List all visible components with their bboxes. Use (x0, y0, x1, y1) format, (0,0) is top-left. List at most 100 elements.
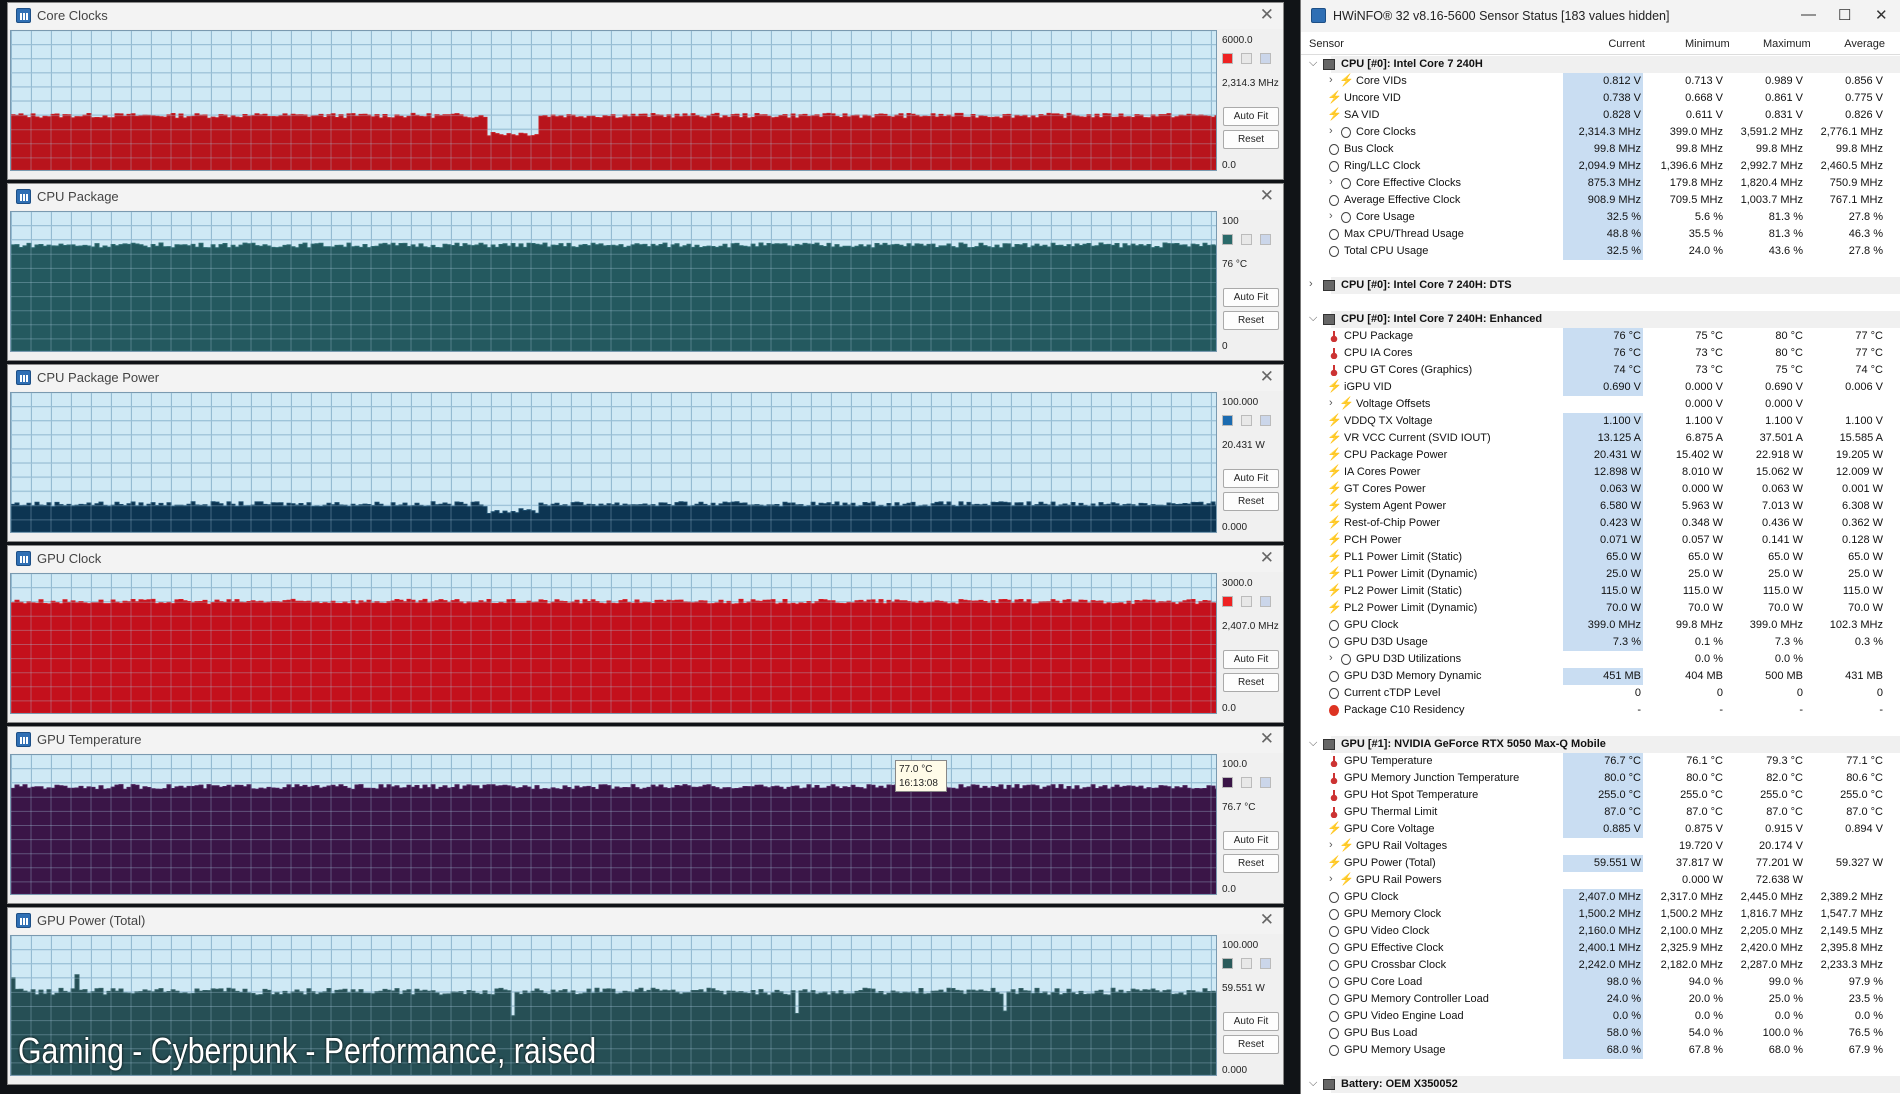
sensor-row[interactable]: ⚡ PL2 Power Limit (Dynamic) 70.0 W 70.0 W… (1301, 600, 1900, 617)
sensor-row[interactable]: GPU Clock 2,407.0 MHz 2,317.0 MHz 2,445.… (1301, 889, 1900, 906)
col-sensor[interactable]: Sensor (1309, 38, 1344, 50)
sensor-row[interactable]: › ⚡ GPU Rail Voltages 19.720 V 20.174 V (1301, 838, 1900, 855)
sensor-row[interactable]: GPU Memory Clock 1,500.2 MHz 1,500.2 MHz… (1301, 906, 1900, 923)
sensor-row[interactable]: Total CPU Usage 32.5 % 24.0 % 43.6 % 27.… (1301, 243, 1900, 260)
color-swatch-icon[interactable] (1241, 596, 1252, 607)
close-icon[interactable]: ✕ (1260, 186, 1274, 206)
graph-plot[interactable] (10, 754, 1217, 895)
auto-fit-button[interactable]: Auto Fit (1223, 831, 1279, 850)
sensor-row[interactable]: › Core Usage 32.5 % 5.6 % 81.3 % 27.8 % (1301, 209, 1900, 226)
sensor-row[interactable]: GPU Temperature 76.7 °C 76.1 °C 79.3 °C … (1301, 753, 1900, 770)
sensor-row[interactable]: GPU D3D Memory Dynamic 451 MB 404 MB 500… (1301, 668, 1900, 685)
color-swatch-icon[interactable] (1260, 958, 1271, 969)
sensor-row[interactable]: ⚡ PL2 Power Limit (Static) 115.0 W 115.0 … (1301, 583, 1900, 600)
sensor-row[interactable]: Max CPU/Thread Usage 48.8 % 35.5 % 81.3 … (1301, 226, 1900, 243)
sensor-row[interactable]: Bus Clock 99.8 MHz 99.8 MHz 99.8 MHz 99.… (1301, 141, 1900, 158)
sensor-row[interactable]: GPU Effective Clock 2,400.1 MHz 2,325.9 … (1301, 940, 1900, 957)
sensor-row[interactable]: GPU Hot Spot Temperature 255.0 °C 255.0 … (1301, 787, 1900, 804)
chevron-down-icon[interactable]: ⌵ (1309, 737, 1317, 750)
minimize-icon[interactable]: — (1801, 6, 1816, 23)
auto-fit-button[interactable]: Auto Fit (1223, 650, 1279, 669)
color-swatch-icon[interactable] (1222, 415, 1233, 426)
sensor-row[interactable]: ⚡ iGPU VID 0.690 V 0.000 V 0.690 V 0.006 … (1301, 379, 1900, 396)
sensor-row[interactable]: › GPU D3D Utilizations 0.0 % 0.0 % (1301, 651, 1900, 668)
sensor-row[interactable]: ⚡ IA Cores Power 12.898 W 8.010 W 15.062 … (1301, 464, 1900, 481)
sensor-row[interactable]: GPU Bus Load 58.0 % 54.0 % 100.0 % 76.5 … (1301, 1025, 1900, 1042)
color-swatch-icon[interactable] (1241, 53, 1252, 64)
sensor-row[interactable]: ⚡ VDDQ TX Voltage 1.100 V 1.100 V 1.100 V… (1301, 413, 1900, 430)
sensor-row[interactable]: ⚡ PCH Power 0.071 W 0.057 W 0.141 W 0.128… (1301, 532, 1900, 549)
reset-button[interactable]: Reset (1223, 673, 1279, 692)
sensor-row[interactable]: CPU Package 76 °C 75 °C 80 °C 77 °C (1301, 328, 1900, 345)
chevron-down-icon[interactable]: ⌵ (1309, 57, 1317, 70)
reset-button[interactable]: Reset (1223, 130, 1279, 149)
col-maximum[interactable]: Maximum (1763, 38, 1811, 50)
close-icon[interactable]: ✕ (1875, 6, 1888, 24)
sensor-row[interactable]: ⚡ System Agent Power 6.580 W 5.963 W 7.01… (1301, 498, 1900, 515)
graph-plot[interactable] (10, 30, 1217, 171)
sensor-group-row[interactable]: › CPU [#0]: Intel Core 7 240H: DTS (1301, 277, 1900, 294)
sensor-row[interactable]: GPU D3D Usage 7.3 % 0.1 % 7.3 % 0.3 % (1301, 634, 1900, 651)
close-icon[interactable]: ✕ (1260, 548, 1274, 568)
sensor-group-row[interactable]: ⌵ CPU [#0]: Intel Core 7 240H: Enhanced (1301, 311, 1900, 328)
sensor-group-row[interactable]: ⌵ Battery: OEM X350052 (1301, 1076, 1900, 1093)
sensor-row[interactable]: GPU Memory Usage 68.0 % 67.8 % 68.0 % 67… (1301, 1042, 1900, 1059)
sensor-row[interactable]: Ring/LLC Clock 2,094.9 MHz 1,396.6 MHz 2… (1301, 158, 1900, 175)
col-average[interactable]: Average (1841, 38, 1885, 50)
color-swatch-icon[interactable] (1260, 53, 1271, 64)
sensor-row[interactable]: ⚡ CPU Package Power 20.431 W 15.402 W 22.… (1301, 447, 1900, 464)
col-minimum[interactable]: Minimum (1685, 38, 1730, 50)
chevron-right-icon[interactable]: › (1329, 652, 1333, 664)
color-swatch-icon[interactable] (1241, 415, 1252, 426)
sensor-row[interactable]: ⚡ Rest-of-Chip Power 0.423 W 0.348 W 0.43… (1301, 515, 1900, 532)
color-swatch-icon[interactable] (1260, 415, 1271, 426)
sensor-row[interactable]: Package C10 Residency - - - - (1301, 702, 1900, 719)
chevron-right-icon[interactable]: › (1309, 278, 1313, 290)
sensor-row[interactable]: › ⚡ GPU Rail Powers 0.000 W 72.638 W (1301, 872, 1900, 889)
color-swatch-icon[interactable] (1241, 958, 1252, 969)
sensor-row[interactable]: › ⚡ Voltage Offsets 0.000 V 0.000 V (1301, 396, 1900, 413)
maximize-icon[interactable]: ☐ (1838, 6, 1851, 24)
reset-button[interactable]: Reset (1223, 492, 1279, 511)
chevron-right-icon[interactable]: › (1329, 74, 1333, 86)
color-swatch-icon[interactable] (1222, 53, 1233, 64)
auto-fit-button[interactable]: Auto Fit (1223, 1012, 1279, 1031)
sensor-row[interactable]: ⚡ Uncore VID 0.738 V 0.668 V 0.861 V 0.77… (1301, 90, 1900, 107)
auto-fit-button[interactable]: Auto Fit (1223, 469, 1279, 488)
sensor-row[interactable]: CPU GT Cores (Graphics) 74 °C 73 °C 75 °… (1301, 362, 1900, 379)
sensor-row[interactable]: GPU Core Load 98.0 % 94.0 % 99.0 % 97.9 … (1301, 974, 1900, 991)
sensor-row[interactable]: GPU Crossbar Clock 2,242.0 MHz 2,182.0 M… (1301, 957, 1900, 974)
color-swatch-icon[interactable] (1260, 234, 1271, 245)
sensor-row[interactable]: ⚡ GPU Power (Total) 59.551 W 37.817 W 77.… (1301, 855, 1900, 872)
color-swatch-icon[interactable] (1241, 777, 1252, 788)
color-swatch-icon[interactable] (1222, 596, 1233, 607)
auto-fit-button[interactable]: Auto Fit (1223, 288, 1279, 307)
sensor-row[interactable]: ⚡ SA VID 0.828 V 0.611 V 0.831 V 0.826 V (1301, 107, 1900, 124)
sensor-group-row[interactable]: ⌵ GPU [#1]: NVIDIA GeForce RTX 5050 Max-… (1301, 736, 1900, 753)
color-swatch-icon[interactable] (1241, 234, 1252, 245)
color-swatch-icon[interactable] (1260, 596, 1271, 607)
sensor-row[interactable]: › Core Effective Clocks 875.3 MHz 179.8 M… (1301, 175, 1900, 192)
sensor-row[interactable]: ⚡ GPU Core Voltage 0.885 V 0.875 V 0.915 … (1301, 821, 1900, 838)
chevron-right-icon[interactable]: › (1329, 176, 1333, 188)
sensor-row[interactable]: ⚡ GT Cores Power 0.063 W 0.000 W 0.063 W … (1301, 481, 1900, 498)
sensor-row[interactable]: › Core Clocks 2,314.3 MHz 399.0 MHz 3,591… (1301, 124, 1900, 141)
sensor-row[interactable]: ⚡ PL1 Power Limit (Dynamic) 25.0 W 25.0 W… (1301, 566, 1900, 583)
sensor-row[interactable]: CPU IA Cores 76 °C 73 °C 80 °C 77 °C (1301, 345, 1900, 362)
color-swatch-icon[interactable] (1222, 777, 1233, 788)
graph-plot[interactable] (10, 392, 1217, 533)
sensor-row[interactable]: ⚡ VR VCC Current (SVID IOUT) 13.125 A 6.8… (1301, 430, 1900, 447)
color-swatch-icon[interactable] (1260, 777, 1271, 788)
sensor-row[interactable]: › ⚡ Core VIDs 0.812 V 0.713 V 0.989 V 0.85… (1301, 73, 1900, 90)
graph-plot[interactable] (10, 211, 1217, 352)
graph-plot[interactable] (10, 573, 1217, 714)
sensor-group-row[interactable]: ⌵ CPU [#0]: Intel Core 7 240H (1301, 56, 1900, 73)
sensor-row[interactable]: GPU Memory Junction Temperature 80.0 °C … (1301, 770, 1900, 787)
chevron-down-icon[interactable]: ⌵ (1309, 1077, 1317, 1090)
sensor-row[interactable]: GPU Thermal Limit 87.0 °C 87.0 °C 87.0 °… (1301, 804, 1900, 821)
sensor-row[interactable]: GPU Memory Controller Load 24.0 % 20.0 %… (1301, 991, 1900, 1008)
color-swatch-icon[interactable] (1222, 958, 1233, 969)
chevron-right-icon[interactable]: › (1329, 210, 1333, 222)
reset-button[interactable]: Reset (1223, 311, 1279, 330)
close-icon[interactable]: ✕ (1260, 729, 1274, 749)
